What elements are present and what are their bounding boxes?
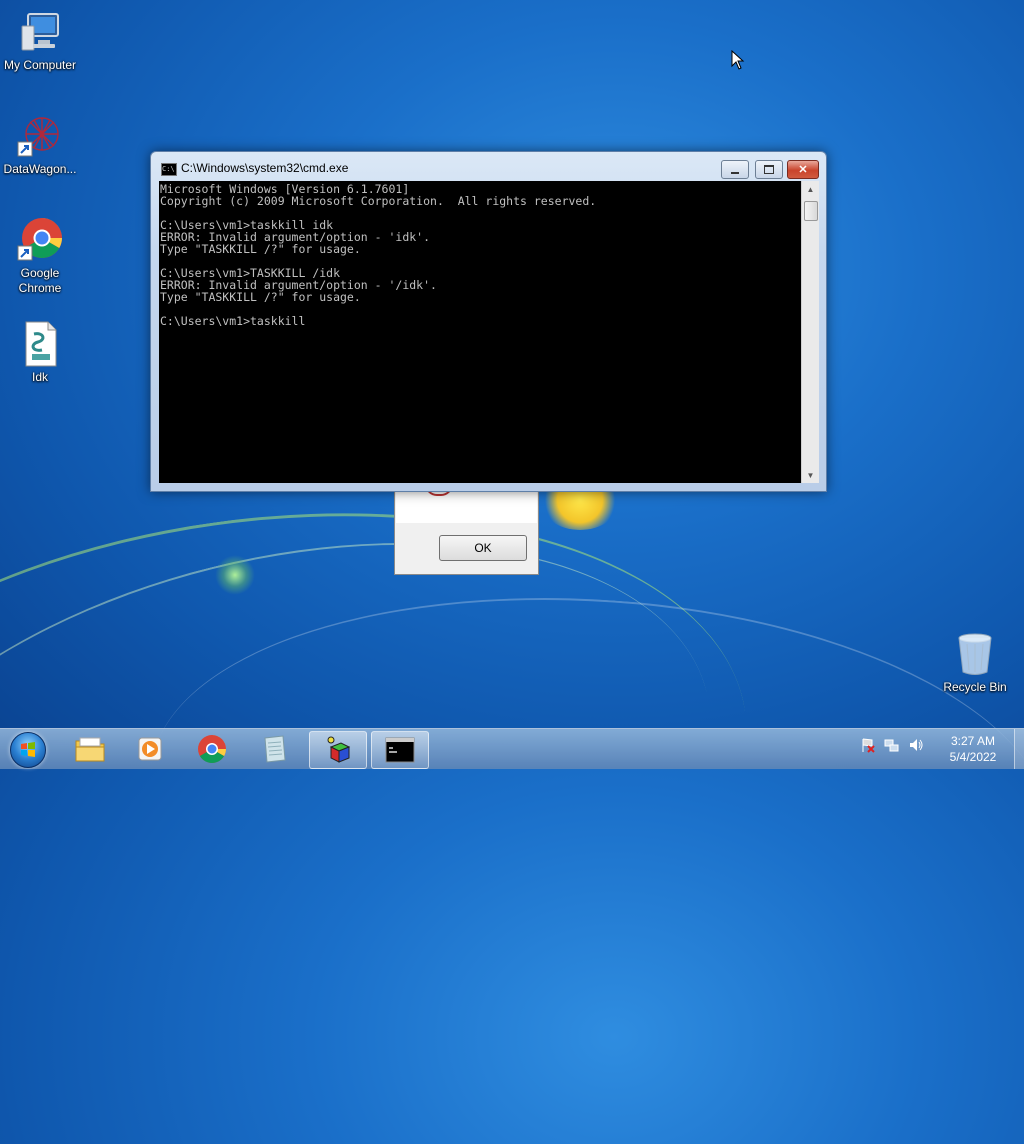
taskbar-3d-app[interactable] [309, 731, 367, 769]
maximize-button[interactable] [755, 160, 783, 179]
desktop-icon-label: Google Chrome [18, 266, 62, 295]
close-button[interactable]: ✕ [787, 160, 819, 179]
network-icon[interactable] [884, 737, 900, 753]
message-box-dialog: OK [394, 478, 539, 575]
chrome-icon [198, 735, 226, 763]
console-output[interactable]: Microsoft Windows [Version 6.1.7601] Cop… [159, 181, 801, 483]
minimize-icon [731, 171, 739, 174]
start-button[interactable] [4, 730, 50, 768]
desktop-icon-label: DataWagon... [3, 162, 77, 176]
windows-logo-icon [10, 732, 46, 768]
volume-icon[interactable] [908, 737, 924, 753]
show-desktop-button[interactable] [1014, 729, 1024, 769]
taskbar-command-prompt[interactable] [371, 731, 429, 769]
system-tray [860, 737, 924, 753]
3d-cube-icon [327, 736, 351, 763]
taskbar-file-explorer[interactable] [62, 731, 118, 767]
desktop-icon-label: Recycle Bin [943, 680, 1007, 694]
taskbar-notepad[interactable] [246, 731, 302, 767]
desktop-icon-my-computer[interactable]: My Computer [0, 8, 80, 73]
desktop-icon-datawagon[interactable]: DataWagon... [0, 112, 80, 177]
datawagon-icon [16, 112, 64, 160]
chrome-icon [16, 216, 64, 264]
ok-button[interactable]: OK [439, 535, 527, 561]
minimize-button[interactable] [721, 160, 749, 179]
wallpaper-swoosh [0, 452, 782, 1111]
desktop-icon-label: My Computer [3, 58, 77, 72]
taskbar-media-player[interactable] [122, 731, 178, 767]
maximize-icon [764, 165, 774, 174]
media-player-icon [138, 737, 162, 761]
desktop-icon-google-chrome[interactable]: Google Chrome [0, 216, 80, 296]
recycle-bin-icon [951, 630, 999, 678]
computer-icon [16, 8, 64, 56]
cmd-window: C:\ C:\Windows\system32\cmd.exe ✕ Micros… [150, 151, 827, 492]
clock[interactable]: 3:27 AM 5/4/2022 [940, 733, 1006, 765]
cmd-app-icon[interactable]: C:\ [161, 163, 177, 176]
mouse-pointer-icon [731, 50, 745, 70]
script-file-icon [16, 320, 64, 368]
desktop-icon-label: Idk [31, 370, 48, 384]
clock-date: 5/4/2022 [949, 750, 997, 764]
scroll-up-arrow-icon[interactable]: ▲ [802, 181, 819, 197]
window-title: C:\Windows\system32\cmd.exe [181, 161, 349, 175]
notepad-icon [264, 735, 286, 763]
taskbar: 3:27 AM 5/4/2022 [0, 728, 1024, 769]
scroll-thumb[interactable] [804, 201, 818, 221]
desktop-icon-idk[interactable]: Idk [0, 320, 80, 385]
vertical-scrollbar[interactable]: ▲ ▼ [801, 181, 819, 483]
cmd-titlebar[interactable]: C:\ C:\Windows\system32\cmd.exe ✕ [151, 152, 826, 182]
close-icon: ✕ [798, 164, 808, 176]
taskbar-google-chrome[interactable] [184, 731, 240, 767]
wallpaper-swoosh [0, 458, 765, 1144]
wallpaper-swoosh [137, 569, 1024, 1033]
scroll-down-arrow-icon[interactable]: ▼ [802, 467, 819, 483]
desktop-icon-recycle-bin[interactable]: Recycle Bin [935, 630, 1015, 695]
cmd-icon [385, 737, 415, 763]
clock-time: 3:27 AM [950, 734, 996, 748]
folder-icon [75, 737, 105, 762]
action-center-flag-icon[interactable] [860, 737, 876, 753]
wallpaper-flare [215, 555, 255, 595]
console-text: Microsoft Windows [Version 6.1.7601] Cop… [160, 182, 597, 328]
